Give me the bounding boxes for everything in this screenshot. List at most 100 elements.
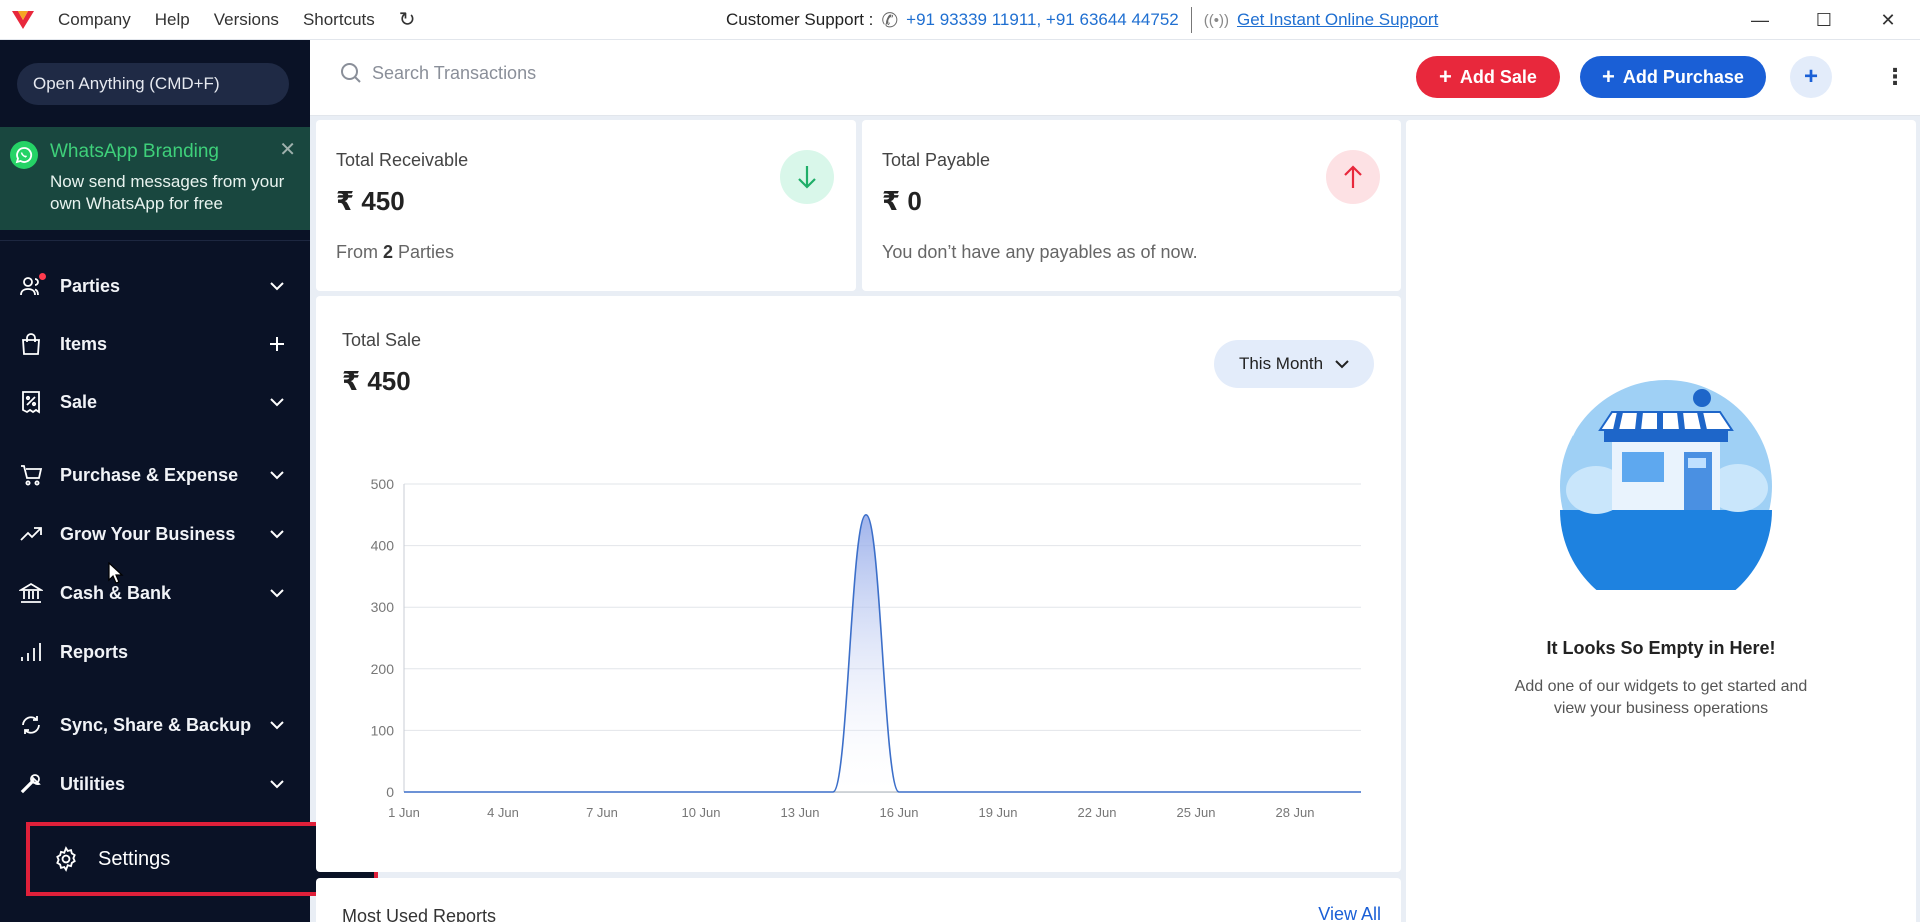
most-used-reports-card: Most Used Reports View All (316, 878, 1401, 922)
y-tick-label: 300 (371, 599, 395, 615)
sidebar-item-grow-business[interactable]: Grow Your Business (0, 510, 310, 558)
close-icon[interactable]: ✕ (279, 137, 296, 162)
chevron-down-icon[interactable] (266, 529, 288, 539)
x-tick-label: 22 Jun (1077, 805, 1116, 820)
mouse-cursor-icon (108, 562, 124, 584)
app-logo-icon (12, 10, 34, 29)
y-tick-label: 400 (371, 538, 395, 554)
whatsapp-title: WhatsApp Branding (50, 141, 219, 162)
chevron-down-icon[interactable] (266, 470, 288, 480)
y-tick-label: 0 (386, 784, 394, 800)
add-sale-button[interactable]: + Add Sale (1416, 56, 1560, 98)
bar-chart-icon (18, 639, 44, 665)
menu-versions[interactable]: Versions (214, 10, 279, 30)
receivable-amount: ₹ 450 (336, 186, 405, 216)
sidebar-item-label: Utilities (60, 773, 126, 794)
search-input[interactable]: Search Transactions (340, 62, 536, 84)
sale-chart: 0 100 200 300 400 500 1 Jun 4 Jun 7 Jun 10 Jun 13… (371, 476, 1361, 820)
x-tick-label: 25 Jun (1176, 805, 1215, 820)
bank-icon (18, 580, 44, 606)
search-icon (341, 63, 361, 83)
widget-panel: It Looks So Empty in Here! Add one of ou… (1406, 120, 1916, 922)
sidebar-item-sale[interactable]: Sale (0, 378, 310, 426)
sidebar-item-cash-bank[interactable]: Cash & Bank (0, 569, 310, 617)
quick-add-button[interactable]: + (1790, 56, 1832, 98)
x-tick-label: 13 Jun (780, 805, 819, 820)
sidebar-item-utilities[interactable]: Utilities (0, 760, 310, 808)
menu-help[interactable]: Help (155, 10, 190, 30)
empty-title: It Looks So Empty in Here! (1546, 638, 1776, 658)
users-icon (18, 273, 46, 299)
minimize-icon[interactable]: — (1728, 0, 1792, 40)
receivable-label: Total Receivable (336, 150, 469, 170)
x-tick-label: 16 Jun (879, 805, 918, 820)
plus-icon: + (1439, 64, 1452, 89)
sidebar-divider (0, 240, 310, 241)
empty-text: Add one of our widgets to get started an… (1514, 678, 1808, 717)
y-tick-label: 200 (371, 661, 395, 677)
sidebar-item-label: Cash & Bank (60, 582, 172, 603)
chevron-down-icon[interactable] (266, 397, 288, 407)
sidebar-item-label: Purchase & Expense (60, 464, 239, 485)
total-receivable-card[interactable]: Total Receivable ₹ 450 From 2 Parties (316, 120, 856, 291)
wrench-icon (18, 771, 44, 797)
sync-icon (18, 712, 44, 738)
broadcast-icon: ((•)) (1203, 11, 1229, 29)
y-tick-label: 100 (371, 722, 395, 738)
receivable-foot-prefix: From (336, 242, 383, 262)
menu-shortcuts[interactable]: Shortcuts (303, 10, 375, 30)
whatsapp-icon (10, 141, 38, 169)
search-placeholder: Search Transactions (372, 62, 537, 83)
refresh-icon[interactable]: ↻ (399, 7, 416, 32)
whatsapp-banner[interactable]: WhatsApp Branding Now send messages from… (0, 127, 310, 230)
menu-company[interactable]: Company (58, 10, 131, 30)
support-label: Customer Support : (726, 10, 874, 29)
close-window-icon[interactable]: ✕ (1856, 0, 1920, 40)
bag-icon (18, 331, 44, 357)
add-purchase-button[interactable]: + Add Purchase (1580, 56, 1766, 98)
receivable-party-count: 2 (383, 242, 394, 262)
chevron-down-icon[interactable] (266, 588, 288, 598)
sidebar-item-reports[interactable]: Reports (0, 628, 310, 676)
add-purchase-label: Add Purchase (1622, 66, 1744, 87)
maximize-icon[interactable]: ☐ (1792, 0, 1856, 40)
receivable-foot-suffix: Parties (393, 242, 455, 262)
support-phones[interactable]: +91 93339 11911, +91 63644 44752 (906, 10, 1179, 30)
y-tick-label: 500 (371, 476, 395, 492)
payable-amount: ₹ 0 (882, 186, 922, 216)
plus-icon[interactable] (266, 336, 288, 352)
whatsapp-text: Now send messages from your own WhatsApp… (50, 172, 285, 213)
phone-icon: ✆ (881, 9, 899, 32)
add-sale-label: Add Sale (1459, 66, 1537, 87)
sidebar-item-label: Parties (60, 275, 121, 296)
online-support-link[interactable]: Get Instant Online Support (1237, 10, 1438, 30)
total-payable-card[interactable]: Total Payable ₹ 0 You don’t have any pay… (862, 120, 1401, 291)
sidebar-item-label: Items (60, 333, 108, 354)
x-tick-label: 10 Jun (681, 805, 720, 820)
cart-icon (18, 462, 44, 488)
reports-title: Most Used Reports (342, 906, 497, 922)
sidebar-item-label: Grow Your Business (60, 523, 236, 544)
chevron-down-icon[interactable] (266, 779, 288, 789)
chevron-down-icon[interactable] (266, 720, 288, 730)
arrow-down-icon (780, 150, 834, 204)
x-tick-label: 19 Jun (978, 805, 1017, 820)
payable-label: Total Payable (882, 150, 991, 170)
sidebar-item-sync-share-backup[interactable]: Sync, Share & Backup (0, 701, 310, 749)
sidebar-item-label: Sale (60, 391, 98, 412)
plus-icon: + (1602, 64, 1615, 89)
x-tick-label: 7 Jun (586, 805, 618, 820)
menu-bar: Company Help Versions Shortcuts (58, 10, 399, 30)
top-bar: Search Transactions + Add Sale + Add Pur… (310, 40, 1920, 116)
sidebar-item-label: Reports (60, 641, 129, 662)
sidebar-item-parties[interactable]: Parties (0, 262, 310, 310)
open-anything-search[interactable]: Open Anything (CMD+F) (17, 63, 289, 105)
sidebar-item-items[interactable]: Items (0, 320, 310, 368)
more-options-icon[interactable]: ⋮ (1884, 64, 1906, 90)
chevron-down-icon[interactable] (266, 281, 288, 291)
view-all-link[interactable]: View All (1318, 904, 1381, 922)
x-tick-label: 1 Jun (388, 805, 420, 820)
sidebar: Open Anything (CMD+F) WhatsApp Branding … (0, 40, 310, 922)
sidebar-item-purchase-expense[interactable]: Purchase & Expense (0, 451, 310, 499)
receivable-footnote: From 2 Parties (336, 242, 454, 263)
